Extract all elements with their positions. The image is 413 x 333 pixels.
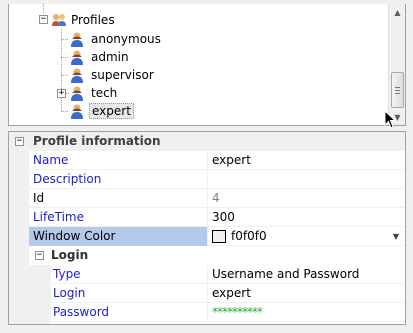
property-row-window-color[interactable]: Window Color f0f0f0 ▼ [9,227,405,246]
tree-root-label[interactable]: Profiles [71,13,115,27]
tree-line [61,39,69,40]
tree-item-admin[interactable]: admin [91,50,129,64]
tree-line [61,75,69,76]
category-collapse-toggle[interactable]: − [15,137,24,146]
tree-item-expert[interactable]: expert [89,103,134,119]
color-value-input[interactable]: f0f0f0 [231,229,267,243]
user-icon [71,68,83,83]
subcategory-login[interactable]: − Login [29,246,405,265]
category-label: Profile information [33,134,161,148]
user-icon [71,50,83,65]
subcategory-collapse-toggle[interactable]: − [35,251,44,260]
tree-line [61,57,69,58]
property-name: Description [33,172,102,186]
tree-line [43,4,44,14]
property-name: Login [53,286,86,300]
category-profile-information[interactable]: − Profile information [9,132,405,151]
tree-item-anonymous[interactable]: anonymous [91,32,161,46]
property-row-login[interactable]: Login expert [9,284,405,303]
scrollbar-thumb[interactable] [391,72,404,108]
tree-line [61,111,69,112]
tree-item-supervisor[interactable]: supervisor [91,68,154,82]
property-value[interactable]: expert [212,153,251,167]
property-name: Type [53,267,81,281]
property-row-type[interactable]: Type Username and Password [9,265,405,284]
user-icon [71,86,83,101]
property-name: Name [33,153,69,167]
property-row-id[interactable]: Id 4 [9,189,405,208]
property-grid[interactable]: − Profile information Name expert Descri… [8,131,406,325]
scroll-up-arrow-icon[interactable]: ▲ [391,6,404,19]
tree-expand-toggle[interactable]: + [57,89,66,98]
dropdown-arrow-icon[interactable]: ▼ [387,227,405,246]
profiles-tree[interactable]: − Profiles anonymous admin supervisor + … [8,4,406,126]
tree-item-tech[interactable]: tech [91,86,117,100]
property-row-password[interactable]: Password ********** [9,303,405,322]
property-value-readonly: 4 [212,191,220,205]
property-value[interactable]: expert [212,286,251,300]
property-name: Password [53,305,110,319]
property-row-name[interactable]: Name expert [9,151,405,170]
property-value[interactable]: 300 [212,210,235,224]
property-value[interactable]: Username and Password [212,267,359,281]
property-row-lifetime[interactable]: LifeTime 300 [9,208,405,227]
property-name: Window Color [33,229,116,243]
mouse-cursor-icon [384,110,397,129]
property-row-description[interactable]: Description [9,170,405,189]
property-name: Id [33,191,45,205]
user-icon [71,104,83,119]
property-name: LifeTime [33,210,84,224]
tree-scrollbar[interactable]: ▲ ▼ [388,4,405,125]
color-swatch [212,230,226,243]
tree-collapse-toggle[interactable]: − [39,15,48,24]
user-icon [71,32,83,47]
password-value[interactable]: ********** [212,305,263,319]
subcategory-label: Login [51,248,89,262]
users-group-icon [52,14,66,26]
tree-line [61,28,62,112]
